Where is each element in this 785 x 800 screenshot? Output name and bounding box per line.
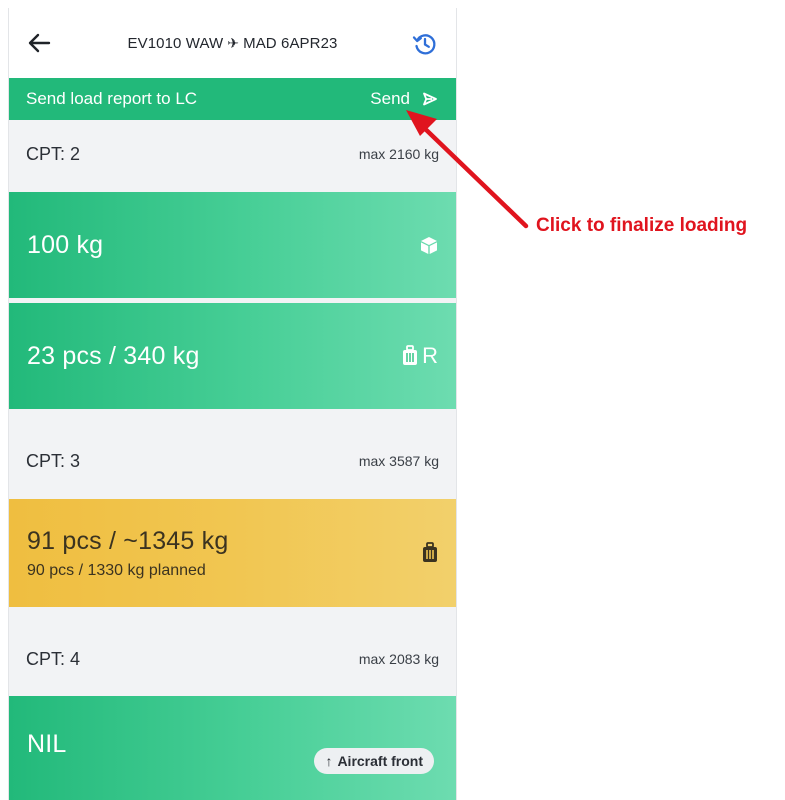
cpt-label: CPT: 3 xyxy=(26,450,81,471)
flight-title: EV1010 WAW ✈ MAD 6APR23 xyxy=(128,35,338,52)
load-pieces-weight: 23 pcs / 340 kg xyxy=(27,341,200,370)
cargo-box-icon xyxy=(421,236,437,254)
back-button[interactable] xyxy=(25,29,53,57)
cpt-4-header: CPT: 4 max 2083 kg xyxy=(9,625,456,693)
card-icon: R xyxy=(402,343,438,369)
top-bar: EV1010 WAW ✈ MAD 6APR23 xyxy=(9,8,456,78)
cpt-label: CPT: 4 xyxy=(26,648,81,669)
send-icon xyxy=(423,92,437,106)
send-report-bar: Send load report to LC Send xyxy=(9,78,456,120)
send-report-label: Send load report to LC xyxy=(26,89,198,108)
flight-destination: MAD 6APR23 xyxy=(243,34,338,52)
cpt-3-header: CPT: 3 max 3587 kg xyxy=(9,427,456,495)
flight-origin: EV1010 WAW xyxy=(127,34,224,52)
card-icon xyxy=(420,236,438,255)
annotation-text: Click to finalize loading xyxy=(536,215,748,236)
load-pieces-weight: 91 pcs / ~1345 kg xyxy=(27,526,229,555)
load-card-baggage[interactable]: 23 pcs / 340 kg R xyxy=(9,303,456,409)
baggage-icon xyxy=(403,345,418,365)
load-empty-label: NIL xyxy=(27,729,67,758)
aircraft-front-label: Aircraft front xyxy=(337,753,423,769)
history-button[interactable] xyxy=(410,29,440,59)
cpt-max-weight: max 3587 kg xyxy=(358,453,439,469)
arrow-left-icon xyxy=(28,33,51,53)
cpt-max-weight: max 2083 kg xyxy=(358,651,439,667)
cpt-max-weight: max 2160 kg xyxy=(358,146,439,162)
plane-icon: ✈ xyxy=(227,34,240,51)
arrow-up-icon: ↑ xyxy=(325,753,333,769)
card-icon xyxy=(422,542,438,564)
section-gap xyxy=(9,409,456,427)
send-button-label: Send xyxy=(370,89,410,108)
baggage-icon xyxy=(423,542,437,562)
cpt-2-header: CPT: 2 max 2160 kg xyxy=(9,120,456,188)
history-icon xyxy=(412,34,436,55)
load-card-baggage-planned[interactable]: 91 pcs / ~1345 kg 90 pcs / 1330 kg plann… xyxy=(9,499,456,607)
cpt-label: CPT: 2 xyxy=(26,143,81,164)
aircraft-front-indicator[interactable]: ↑ Aircraft front xyxy=(314,748,434,774)
card-text: 91 pcs / ~1345 kg 90 pcs / 1330 kg plann… xyxy=(27,527,228,580)
planned-load: 90 pcs / 1330 kg planned xyxy=(27,561,206,579)
app-screen: EV1010 WAW ✈ MAD 6APR23 Send load report… xyxy=(8,8,457,800)
section-gap xyxy=(9,607,456,625)
load-weight: 100 kg xyxy=(27,230,104,259)
load-card-cargo[interactable]: 100 kg xyxy=(9,192,456,298)
send-button[interactable]: Send xyxy=(370,89,438,109)
baggage-class-label: R xyxy=(422,343,438,368)
